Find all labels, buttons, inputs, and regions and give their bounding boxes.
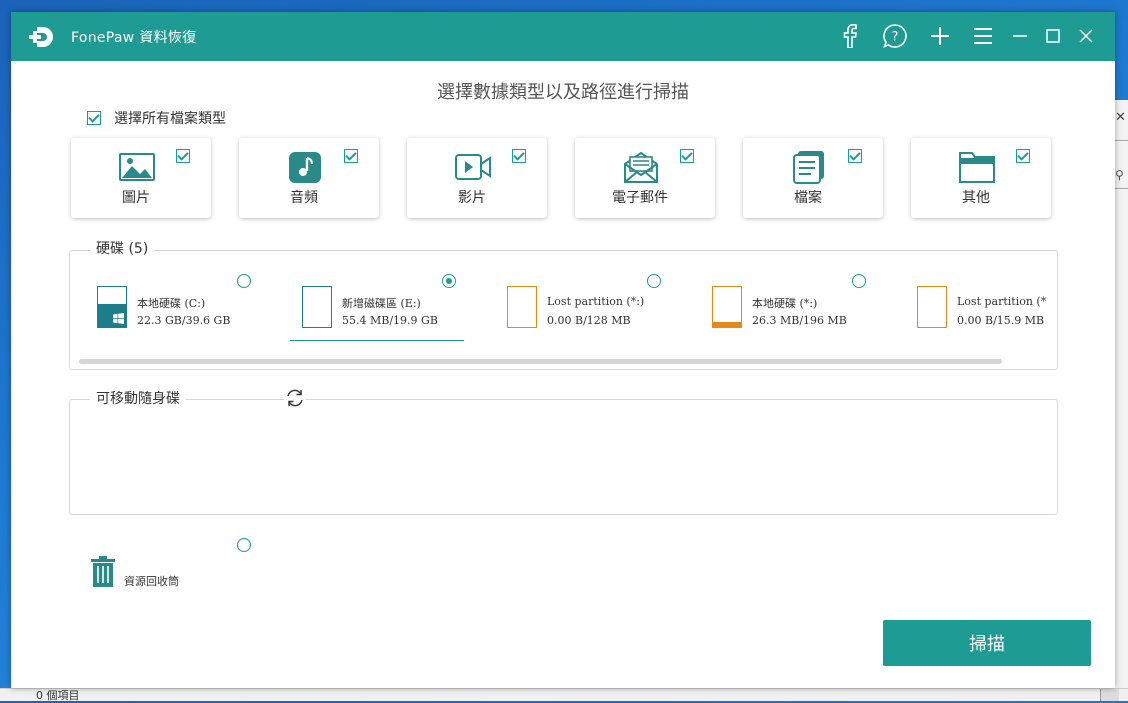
app-window: FonePaw 資料恢復 ? 選擇數據類型以及路徑進行掃描 選擇所有檔案類型 圖… bbox=[11, 12, 1115, 688]
file-type-checkbox[interactable] bbox=[344, 149, 358, 163]
system-drive-icon bbox=[97, 286, 127, 328]
drive-name: 本地硬碟 (C:) bbox=[137, 297, 206, 310]
select-all-checkbox[interactable] bbox=[87, 111, 101, 125]
drive-item-lost-2[interactable]: Lost partition (*:) 0.00 B/15.9 MB bbox=[917, 268, 1047, 348]
hard-disk-legend: 硬碟 (5) bbox=[90, 238, 155, 258]
file-type-label: 電子郵件 bbox=[612, 190, 668, 206]
drive-size: 22.3 GB/39.6 GB bbox=[137, 314, 231, 327]
file-type-label: 圖片 bbox=[122, 190, 150, 206]
file-type-tile-document[interactable]: 檔案 bbox=[743, 138, 883, 218]
video-icon bbox=[455, 154, 491, 180]
svg-text:?: ? bbox=[892, 30, 899, 45]
background-search-icon: ⚲ bbox=[1115, 168, 1124, 182]
selected-drive-underline bbox=[290, 340, 464, 341]
lost-drive-icon bbox=[917, 286, 947, 328]
drive-size: 0.00 B/128 MB bbox=[547, 314, 631, 327]
drive-radio-local[interactable] bbox=[852, 274, 866, 288]
drive-radio-e[interactable] bbox=[442, 274, 456, 288]
drive-item-c[interactable]: 本地硬碟 (C:) 22.3 GB/39.6 GB bbox=[97, 268, 297, 348]
document-icon bbox=[793, 151, 824, 184]
menu-icon[interactable] bbox=[970, 23, 996, 49]
lost-drive-icon bbox=[507, 286, 537, 328]
background-status-bar: 0 個項目 bbox=[0, 688, 1128, 702]
file-type-label: 音頻 bbox=[290, 190, 318, 206]
minimize-icon[interactable] bbox=[1007, 23, 1033, 49]
background-status-text: 0 個項目 bbox=[36, 689, 80, 702]
email-icon bbox=[624, 151, 658, 183]
app-logo-icon bbox=[29, 27, 53, 47]
page-heading: 選擇數據類型以及路徑進行掃描 bbox=[437, 82, 689, 103]
file-type-tile-video[interactable]: 影片 bbox=[407, 138, 547, 218]
refresh-icon[interactable] bbox=[284, 387, 306, 409]
file-type-tile-image[interactable]: 圖片 bbox=[71, 138, 211, 218]
file-type-label: 影片 bbox=[458, 190, 486, 206]
recycle-bin-radio[interactable] bbox=[237, 538, 251, 552]
add-icon[interactable] bbox=[927, 23, 953, 49]
file-type-tile-other[interactable]: 其他 bbox=[911, 138, 1051, 218]
file-type-tile-audio[interactable]: 音頻 bbox=[239, 138, 379, 218]
drive-scrollbar[interactable] bbox=[79, 359, 1002, 364]
drive-item-e[interactable]: 新增磁碟區 (E:) 55.4 MB/19.9 GB bbox=[302, 268, 502, 348]
title-bar: FonePaw 資料恢復 ? bbox=[11, 12, 1115, 61]
facebook-icon[interactable] bbox=[837, 23, 863, 49]
drive-radio-c[interactable] bbox=[237, 274, 251, 288]
drive-size: 0.00 B/15.9 MB bbox=[957, 314, 1045, 327]
help-icon[interactable]: ? bbox=[882, 23, 908, 49]
drive-name: Lost partition (*:) bbox=[957, 295, 1047, 308]
folder-icon bbox=[959, 152, 995, 183]
recycle-bin-icon[interactable] bbox=[90, 556, 116, 588]
drive-item-lost-1[interactable]: Lost partition (*:) 0.00 B/128 MB bbox=[507, 268, 707, 348]
maximize-icon[interactable] bbox=[1040, 23, 1066, 49]
file-type-checkbox[interactable] bbox=[512, 149, 526, 163]
select-all-label: 選擇所有檔案類型 bbox=[114, 111, 226, 127]
file-type-checkbox[interactable] bbox=[848, 149, 862, 163]
file-type-checkbox[interactable] bbox=[1016, 149, 1030, 163]
drive-item-local[interactable]: 本地硬碟 (*:) 26.3 MB/196 MB bbox=[712, 268, 912, 348]
background-divider bbox=[1113, 140, 1128, 141]
file-type-label: 檔案 bbox=[794, 190, 822, 206]
music-icon bbox=[289, 152, 321, 183]
drive-name: 新增磁碟區 (E:) bbox=[342, 297, 421, 310]
removable-drive-legend: 可移動隨身碟 bbox=[90, 388, 186, 408]
file-type-label: 其他 bbox=[962, 190, 990, 206]
drive-name: 本地硬碟 (*:) bbox=[752, 297, 818, 310]
close-icon[interactable] bbox=[1073, 23, 1099, 49]
drive-name: Lost partition (*:) bbox=[547, 295, 645, 308]
file-type-checkbox[interactable] bbox=[176, 149, 190, 163]
background-view-button bbox=[1100, 689, 1119, 701]
drive-size: 26.3 MB/196 MB bbox=[752, 314, 847, 327]
drive-radio-lost-1[interactable] bbox=[647, 274, 661, 288]
file-type-tile-email[interactable]: 電子郵件 bbox=[575, 138, 715, 218]
lost-drive-icon bbox=[712, 286, 742, 328]
recycle-bin-label: 資源回收筒 bbox=[124, 575, 179, 588]
file-type-checkbox[interactable] bbox=[680, 149, 694, 163]
image-icon bbox=[119, 153, 155, 181]
removable-drive-section bbox=[69, 399, 1058, 515]
background-divider-2 bbox=[1113, 188, 1128, 189]
drive-size: 55.4 MB/19.9 GB bbox=[342, 314, 438, 327]
scan-button[interactable]: 掃描 bbox=[883, 620, 1091, 666]
drive-icon bbox=[302, 286, 332, 328]
app-title: FonePaw 資料恢復 bbox=[71, 30, 197, 46]
background-close-icon: ✕ bbox=[1115, 110, 1126, 125]
